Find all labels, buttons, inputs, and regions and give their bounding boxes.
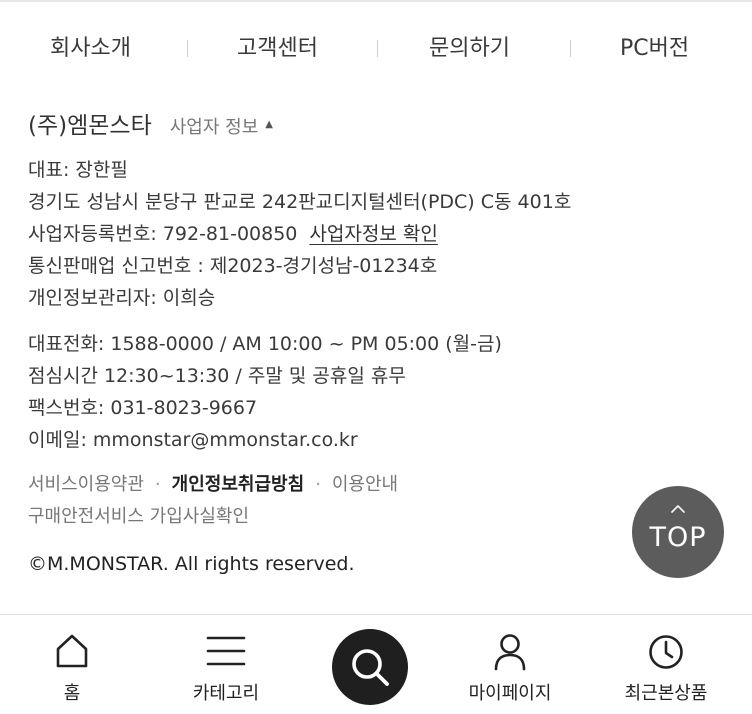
top-divider	[0, 0, 752, 2]
footer-link-inquiry[interactable]: 문의하기	[429, 28, 510, 70]
terms-of-service-link[interactable]: 서비스이용약관	[28, 474, 144, 495]
tab-recent-products[interactable]: 최근본상품	[610, 615, 722, 714]
tab-mypage-label: 마이페이지	[468, 683, 552, 704]
clock-icon	[649, 635, 683, 669]
search-button[interactable]	[332, 629, 408, 705]
policy-separator: ·	[315, 474, 321, 495]
business-registration-row: 사업자등록번호: 792-81-00850 사업자정보 확인	[28, 221, 438, 247]
business-info-check-link[interactable]: 사업자정보 확인	[309, 223, 437, 245]
copyright-text: ©M.MONSTAR. All rights reserved.	[28, 553, 355, 575]
phone-text: 대표전화: 1588-0000 / AM 10:00 ~ PM 05:00 (월…	[28, 333, 502, 355]
menu-icon	[206, 636, 246, 666]
ecommerce-registration-text: 통신판매업 신고번호 : 제2023-경기성남-01234호	[28, 255, 438, 277]
tab-category-label: 카테고리	[192, 683, 260, 704]
business-info-toggle-label: 사업자 정보	[169, 117, 259, 138]
footer-link-support[interactable]: 고객센터	[237, 28, 318, 70]
fax-text: 팩스번호: 031-8023-9667	[28, 397, 258, 419]
footer-link-pc-version[interactable]: PC버전	[620, 28, 689, 70]
footer-nav-divider	[377, 40, 378, 57]
footer-nav-divider	[570, 40, 571, 57]
address-text: 경기도 성남시 분당구 판교로 242판교디지털센터(PDC) C동 401호	[28, 191, 572, 213]
tab-home[interactable]: 홈	[22, 615, 122, 714]
tab-category[interactable]: 카테고리	[176, 615, 276, 714]
escrow-verification-link[interactable]: 구매안전서비스 가입사실확인	[28, 504, 249, 530]
tab-recent-products-label: 최근본상품	[624, 683, 708, 704]
email-text: 이메일: mmonstar@mmonstar.co.kr	[28, 429, 358, 451]
company-header: (주)엠몬스타 사업자 정보 ▲	[28, 106, 273, 142]
footer-link-about[interactable]: 회사소개	[50, 28, 131, 70]
chevron-up-icon	[671, 505, 685, 513]
policy-separator: ·	[154, 474, 161, 495]
usage-guide-link[interactable]: 이용안내	[332, 474, 398, 495]
tab-mypage[interactable]: 마이페이지	[454, 615, 566, 714]
footer-nav-divider	[187, 40, 188, 57]
privacy-policy-link[interactable]: 개인정보취급방침	[172, 474, 304, 495]
business-registration-number: 사업자등록번호: 792-81-00850	[28, 223, 298, 245]
footer-nav: 회사소개 고객센터 문의하기 PC버전	[0, 28, 752, 70]
caret-up-icon: ▲	[265, 118, 273, 130]
ceo-text: 대표: 장한필	[28, 159, 128, 181]
lunch-hours-text: 점심시간 12:30~13:30 / 주말 및 공휴일 휴무	[28, 365, 406, 387]
tab-home-label: 홈	[63, 683, 81, 704]
user-icon	[494, 634, 526, 671]
company-name: (주)엠몬스타	[28, 113, 152, 139]
policy-links: 서비스이용약관 · 개인정보취급방침 · 이용안내	[28, 472, 398, 498]
search-icon	[352, 649, 389, 686]
scroll-to-top-button[interactable]: TOP	[632, 486, 724, 578]
business-info-toggle[interactable]: 사업자 정보 ▲	[170, 113, 273, 139]
scroll-to-top-label: TOP	[649, 522, 707, 553]
home-icon	[56, 634, 88, 668]
bottom-tab-bar: 홈 카테고리 마이페이지 최근본상품	[0, 614, 752, 714]
privacy-manager-text: 개인정보관리자: 이희승	[28, 287, 216, 309]
